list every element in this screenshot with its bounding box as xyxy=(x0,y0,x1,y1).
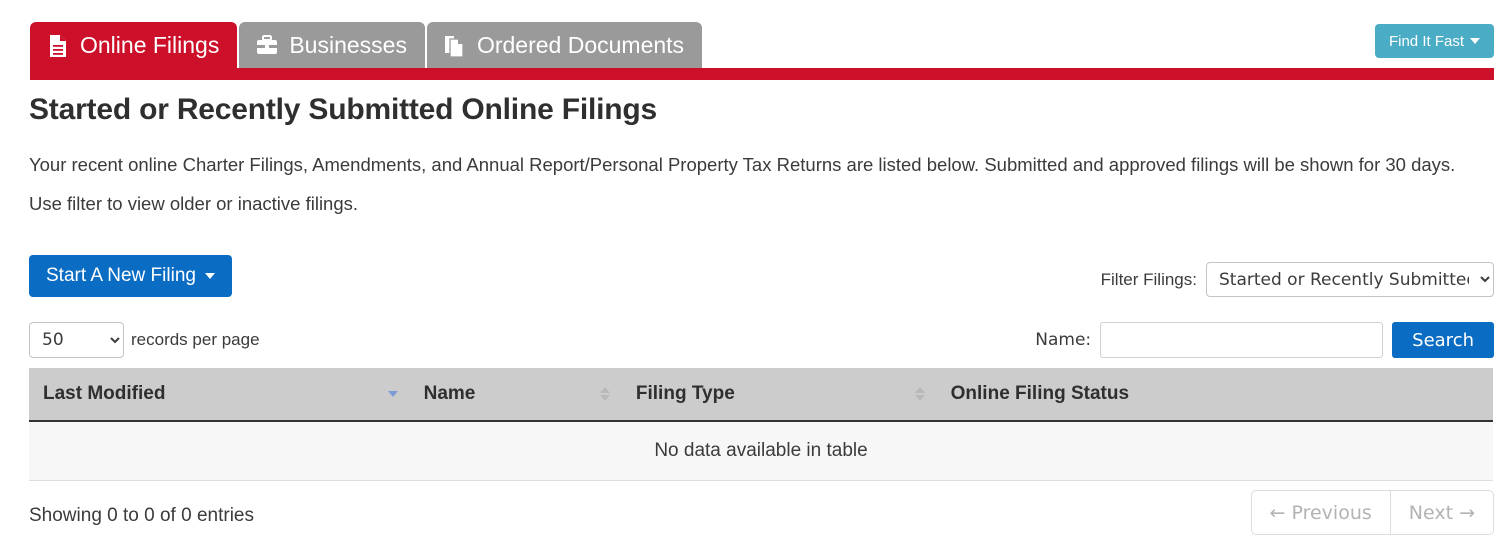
entries-summary: Showing 0 to 0 of 0 entries xyxy=(29,505,254,526)
column-header-online-filing-status[interactable]: Online Filing Status xyxy=(936,368,1493,422)
table-empty-row: No data available in table xyxy=(29,421,1493,481)
records-per-page-select[interactable]: 50 xyxy=(29,322,124,358)
top-tab-bar: Online Filings Businesses Ordered Docume… xyxy=(0,0,1510,80)
tab-bar-accent-rule xyxy=(30,68,1494,80)
next-page-button[interactable]: Next → xyxy=(1389,490,1494,535)
tab-businesses-label: Businesses xyxy=(289,32,407,58)
tab-strip: Online Filings Businesses Ordered Docume… xyxy=(30,22,703,69)
find-it-fast-button[interactable]: Find It Fast xyxy=(1374,24,1494,58)
filter-filings-group: Filter Filings: Started or Recently Subm… xyxy=(1101,262,1494,297)
tab-ordered-documents[interactable]: Ordered Documents xyxy=(426,22,703,69)
chevron-down-icon xyxy=(1470,38,1480,44)
file-lines-icon xyxy=(47,33,69,59)
records-per-page-label: records per page xyxy=(131,330,260,349)
search-button[interactable]: Search xyxy=(1392,322,1494,358)
page-intro-text: Your recent online Charter Filings, Amen… xyxy=(29,154,1456,214)
tab-online-filings-label: Online Filings xyxy=(80,32,220,58)
name-search-input[interactable] xyxy=(1100,322,1384,358)
tab-ordered-documents-label: Ordered Documents xyxy=(476,32,685,58)
pagination: ← Previous Next → xyxy=(1250,490,1494,535)
name-search-group: Name: Search xyxy=(1035,322,1494,358)
previous-page-button[interactable]: ← Previous xyxy=(1250,490,1390,535)
tab-businesses[interactable]: Businesses xyxy=(239,22,425,69)
briefcase-icon xyxy=(256,33,278,59)
filings-table-container: Last Modified Name Filing Type Online Fi… xyxy=(29,368,1493,481)
column-header-online-filing-status-label: Online Filing Status xyxy=(950,383,1130,404)
column-header-filing-type[interactable]: Filing Type xyxy=(621,368,937,422)
chevron-down-icon xyxy=(204,273,215,279)
sort-indicator-descending-icon xyxy=(387,391,398,397)
filings-table-body: No data available in table xyxy=(29,421,1493,481)
start-a-new-filing-label: Start A New Filing xyxy=(46,265,196,286)
filter-filings-select[interactable]: Started or Recently Submitted xyxy=(1206,262,1494,297)
sort-indicator-icon xyxy=(599,387,610,401)
column-header-last-modified-label: Last Modified xyxy=(43,383,166,404)
records-per-page-group: 50 records per page xyxy=(29,322,260,358)
filings-table-header: Last Modified Name Filing Type Online Fi… xyxy=(29,368,1493,422)
find-it-fast-label: Find It Fast xyxy=(1388,32,1464,50)
filter-filings-label: Filter Filings: xyxy=(1100,269,1197,289)
name-field-label: Name: xyxy=(1035,330,1092,350)
tab-online-filings[interactable]: Online Filings xyxy=(30,22,238,69)
table-header-row: Last Modified Name Filing Type Online Fi… xyxy=(29,368,1493,422)
table-empty-message: No data available in table xyxy=(29,421,1493,481)
copy-documents-icon xyxy=(444,33,466,59)
column-header-last-modified[interactable]: Last Modified xyxy=(29,368,410,422)
start-a-new-filing-button[interactable]: Start A New Filing xyxy=(29,255,232,297)
column-header-name[interactable]: Name xyxy=(409,368,622,422)
column-header-name-label: Name xyxy=(423,383,476,404)
page-title: Started or Recently Submitted Online Fil… xyxy=(29,93,657,126)
column-header-filing-type-label: Filing Type xyxy=(635,383,735,404)
sort-indicator-icon xyxy=(914,387,925,401)
filings-table: Last Modified Name Filing Type Online Fi… xyxy=(29,368,1493,481)
